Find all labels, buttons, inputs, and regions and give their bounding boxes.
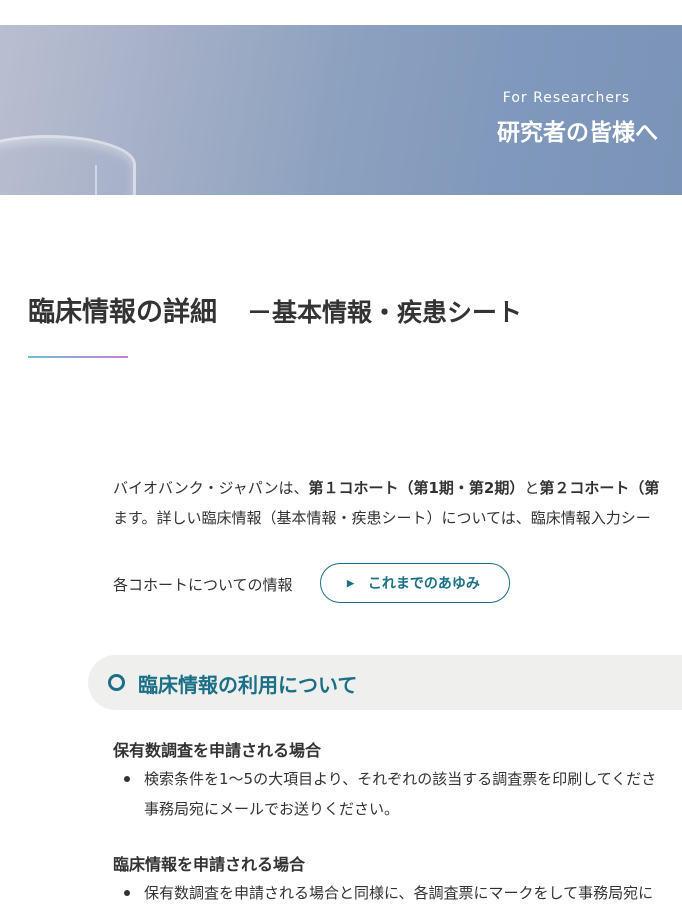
- page-title-subtitle: －基本情報・疾患シート: [247, 298, 523, 327]
- bullet-dot-icon: [124, 890, 130, 896]
- page-title-main: 臨床情報の詳細: [28, 297, 217, 328]
- title-underline: [28, 356, 128, 358]
- subsection-heading-count: 保有数調査を申請される場合: [113, 741, 322, 760]
- history-button[interactable]: ▶ これまでのあゆみ: [320, 563, 510, 603]
- section-heading: 臨床情報の利用について: [138, 673, 358, 697]
- glass-decoration-edge: [95, 165, 127, 195]
- intro-cohort-2: 第２コホート（第: [539, 479, 660, 497]
- list-item: 保有数調査を申請される場合と同様に、各調査票にマークをして事務局宛に: [124, 878, 653, 908]
- hero-banner: For Researchers 研究者の皆様へ: [0, 25, 682, 195]
- caret-right-icon: ▶: [347, 577, 354, 588]
- list-item-text-cont: 事務局宛にメールでお送りください。: [144, 800, 400, 818]
- page-title: 臨床情報の詳細 －基本情報・疾患シート: [28, 290, 522, 329]
- intro-text: バイオバンク・ジャパンは、: [113, 479, 309, 497]
- bullet-dot-icon: [124, 776, 130, 782]
- subsection-heading-clinical: 臨床情報を申請される場合: [113, 855, 306, 874]
- hero-subtitle: For Researchers: [502, 90, 630, 106]
- circle-icon: [108, 674, 125, 691]
- hero-title: 研究者の皆様へ: [497, 120, 658, 146]
- list-item-text: 保有数調査を申請される場合と同様に、各調査票にマークをして事務局宛に: [144, 884, 654, 902]
- list-item: 検索条件を1～5の大項目より、それぞれの該当する調査票を印刷してくださ 事務局宛…: [124, 764, 656, 824]
- intro-line-1: バイオバンク・ジャパンは、第１コホート（第1期・第2期）と第２コホート（第: [113, 473, 682, 503]
- intro-text-and: と: [524, 479, 540, 497]
- intro-cohort-1: 第１コホート（第1期・第2期）: [308, 479, 525, 497]
- intro-line-2: ます。詳しい臨床情報（基本情報・疾患シート）については、臨床情報入力シー: [113, 509, 651, 527]
- section-header: 臨床情報の利用について: [88, 655, 682, 710]
- intro-paragraph: バイオバンク・ジャパンは、第１コホート（第1期・第2期）と第２コホート（第 ます…: [113, 473, 682, 533]
- cohort-info-label: 各コホートについての情報: [113, 576, 293, 594]
- history-button-label: これまでのあゆみ: [367, 575, 480, 591]
- list-item-text: 検索条件を1～5の大項目より、それぞれの該当する調査票を印刷してくださ: [144, 770, 657, 788]
